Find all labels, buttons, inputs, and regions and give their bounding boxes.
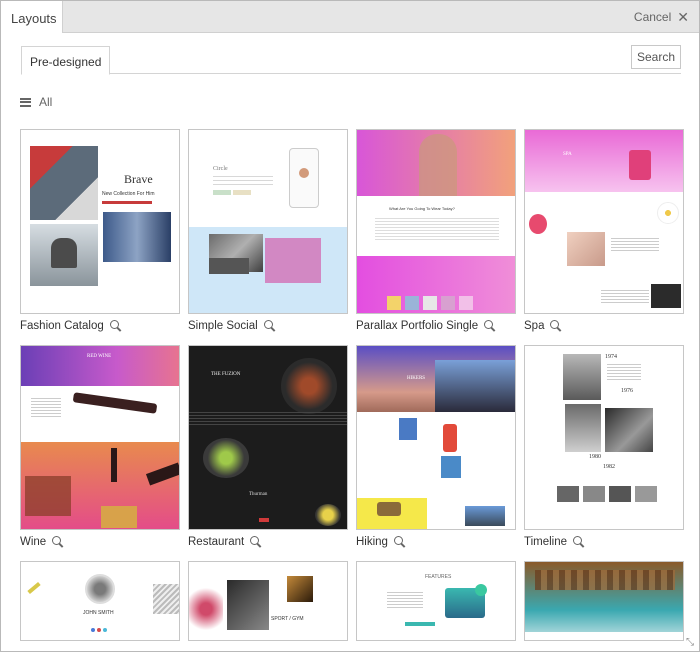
layout-label[interactable]: Fashion Catalog [20,320,122,332]
preview-title: RED WINE [87,354,112,359]
layout-thumbnail[interactable]: What Are You Going To Wear Today? [356,129,516,314]
layout-thumbnail[interactable]: SPORT / GYM [188,561,348,641]
zoom-icon[interactable] [484,320,496,332]
layout-thumbnail[interactable]: JOHN SMITH [20,561,180,641]
cancel-button[interactable]: Cancel ✕ [634,10,689,24]
zoom-icon[interactable] [250,536,262,548]
layout-thumbnail[interactable]: Brave New Collection For Him [20,129,180,314]
preview-title: SPA [563,152,572,157]
preview-title: Circle [213,166,228,172]
layout-thumbnail[interactable]: HIKERS [356,345,516,530]
layout-label[interactable]: Simple Social [188,320,276,332]
resize-handle-icon[interactable]: ⤡ [686,638,696,648]
zoom-icon[interactable] [263,320,276,332]
layout-label[interactable]: Wine [20,536,64,548]
zoom-icon[interactable] [393,536,406,548]
preview-heading: What Are You Going To Wear Today? [389,206,455,211]
layout-label[interactable]: Timeline [524,536,585,548]
layout-label[interactable]: Restaurant [188,536,262,548]
preview-title: Brave [124,172,153,186]
tab-pre-designed[interactable]: Pre-designed [21,46,111,75]
category-filter[interactable]: All [20,95,52,109]
layout-thumbnail[interactable]: SPA [524,129,684,314]
close-icon[interactable]: ✕ [677,10,689,24]
preview-title: SPORT / GYM [271,616,304,622]
timeline-year: 1980 [589,454,601,460]
layout-label[interactable]: Parallax Portfolio Single [356,320,496,332]
layouts-dialog: Layouts Cancel ✕ Pre-designed Search All… [0,0,700,652]
layout-thumbnail[interactable] [524,561,684,641]
timeline-year: 1976 [621,388,633,394]
layout-label[interactable]: Hiking [356,536,406,548]
zoom-icon[interactable] [573,536,585,548]
preview-title: THE FUZION [211,372,241,377]
filter-label: All [39,95,53,109]
dialog-title: Layouts [1,1,63,33]
layout-thumbnail[interactable]: THE FUZION Thurman [188,345,348,530]
layout-thumbnail[interactable]: Circle [188,129,348,314]
layout-thumbnail[interactable]: RED WINE [20,345,180,530]
tab-bar: Pre-designed Search [21,45,681,75]
preview-name: JOHN SMITH [83,610,114,616]
layout-thumbnail[interactable]: 1974 1976 1980 1982 [524,345,684,530]
preview-title: HIKERS [407,376,426,381]
layout-label[interactable]: Spa [524,320,562,332]
cancel-label: Cancel [633,10,672,24]
dialog-header: Layouts Cancel ✕ [1,1,699,33]
timeline-year: 1982 [603,464,615,470]
preview-title: FEATURES [425,574,452,580]
zoom-icon[interactable] [550,320,562,332]
timeline-year: 1974 [605,354,617,360]
search-button[interactable]: Search [631,45,681,69]
preview-subtitle: New Collection For Him [102,191,155,197]
layout-thumbnail[interactable]: FEATURES [356,561,516,641]
menu-icon[interactable] [20,97,31,107]
zoom-icon[interactable] [109,320,122,332]
zoom-icon[interactable] [52,536,64,548]
preview-subtitle: Thurman [249,492,268,497]
